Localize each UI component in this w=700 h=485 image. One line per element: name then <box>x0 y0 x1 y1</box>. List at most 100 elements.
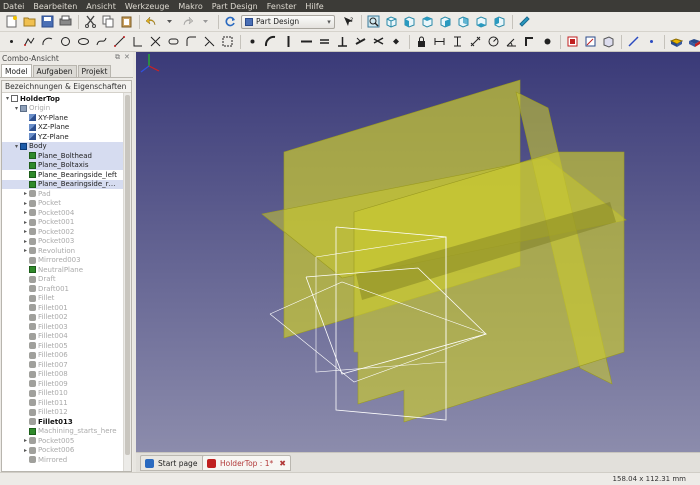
tree-item[interactable]: Machining_starts_here <box>2 427 124 437</box>
tree-item[interactable]: Fillet006 <box>2 351 124 361</box>
tree-item[interactable]: ▸ Pocket001 <box>2 218 124 228</box>
collapse-arrow-icon[interactable]: ▸ <box>22 238 29 245</box>
tree-item[interactable]: ▸ Revolution <box>2 246 124 256</box>
conic-icon[interactable] <box>76 34 91 49</box>
tree-item[interactable]: Plane_Bearingside_r… <box>2 179 124 189</box>
refresh-icon[interactable] <box>223 14 238 29</box>
undo-icon[interactable] <box>144 14 159 29</box>
collapse-arrow-icon[interactable]: ▸ <box>22 437 29 444</box>
coincident-constraint-icon[interactable] <box>245 34 260 49</box>
tree-item[interactable]: Plane_Boltaxis <box>2 160 124 170</box>
open-folder-icon[interactable] <box>22 14 37 29</box>
tree-item[interactable]: Fillet005 <box>2 341 124 351</box>
collapse-arrow-icon[interactable]: ▸ <box>22 190 29 197</box>
top-view-icon[interactable] <box>420 14 435 29</box>
create-sketch-icon[interactable] <box>583 34 598 49</box>
circle-icon[interactable] <box>58 34 73 49</box>
collapse-arrow-icon[interactable]: ▸ <box>22 209 29 216</box>
menu-fenster[interactable]: Fenster <box>267 2 297 11</box>
tree-item[interactable]: Fillet004 <box>2 332 124 342</box>
tab-projekt[interactable]: Projekt <box>77 65 112 77</box>
menu-makro[interactable]: Makro <box>178 2 202 11</box>
tree-item[interactable]: Fillet <box>2 294 124 304</box>
tree-item[interactable]: NeutralPlane <box>2 265 124 275</box>
perpendicular-constraint-icon[interactable] <box>335 34 350 49</box>
collapse-arrow-icon[interactable]: ▸ <box>22 247 29 254</box>
parallel-constraint-icon[interactable] <box>317 34 332 49</box>
tree-item[interactable]: Mirrored <box>2 455 124 465</box>
menu-hilfe[interactable]: Hilfe <box>305 2 323 11</box>
tree-item[interactable]: ▸ Pocket005 <box>2 436 124 446</box>
copy-icon[interactable] <box>101 14 116 29</box>
tree-item[interactable]: XZ-Plane <box>2 123 124 133</box>
validate-sketch-icon[interactable] <box>601 34 616 49</box>
trim-icon[interactable] <box>202 34 217 49</box>
tree-item[interactable]: ▸ Pocket <box>2 199 124 209</box>
tab-model[interactable]: Model <box>1 64 32 77</box>
tree-item[interactable]: Fillet001 <box>2 303 124 313</box>
tree-item[interactable]: Fillet011 <box>2 398 124 408</box>
redo-dropdown-icon[interactable] <box>198 14 213 29</box>
vertical-constraint-icon[interactable] <box>281 34 296 49</box>
tree-item[interactable]: Fillet002 <box>2 313 124 323</box>
tree-item[interactable]: Fillet012 <box>2 408 124 418</box>
slot-icon[interactable] <box>166 34 181 49</box>
tree-item[interactable]: Mirrored003 <box>2 256 124 266</box>
lock-constraint-icon[interactable] <box>414 34 429 49</box>
line-icon[interactable] <box>112 34 127 49</box>
fit-all-icon[interactable] <box>366 14 381 29</box>
collapse-arrow-icon[interactable]: ▸ <box>22 447 29 454</box>
pad-icon[interactable] <box>669 34 684 49</box>
rear-view-icon[interactable] <box>456 14 471 29</box>
print-icon[interactable] <box>58 14 73 29</box>
save-icon[interactable] <box>40 14 55 29</box>
close-tab-icon[interactable]: ✖ <box>279 459 286 468</box>
3d-viewport[interactable] <box>136 52 700 452</box>
create-body-icon[interactable] <box>565 34 580 49</box>
3d-scene[interactable] <box>136 52 700 452</box>
left-view-icon[interactable] <box>492 14 507 29</box>
expand-arrow-icon[interactable]: ▾ <box>4 95 11 102</box>
tree-item[interactable]: ▾ Origin <box>2 104 124 114</box>
point-icon[interactable] <box>4 34 19 49</box>
bottom-view-icon[interactable] <box>474 14 489 29</box>
tree-item[interactable]: XY-Plane <box>2 113 124 123</box>
workbench-selector[interactable]: Part Design ▾ <box>241 14 335 29</box>
expand-arrow-icon[interactable]: ▾ <box>13 143 20 150</box>
angle-constraint-icon[interactable] <box>504 34 519 49</box>
distance-constraint-icon[interactable] <box>468 34 483 49</box>
tree-scrollbar-thumb[interactable] <box>125 95 130 455</box>
datum-point-icon[interactable] <box>644 34 659 49</box>
bspline-icon[interactable] <box>94 34 109 49</box>
fillet-sketch-icon[interactable] <box>184 34 199 49</box>
toggle-construction-icon[interactable] <box>522 34 537 49</box>
expand-arrow-icon[interactable]: ▾ <box>13 105 20 112</box>
cut-icon[interactable] <box>83 14 98 29</box>
tree-item[interactable]: ▾ Body <box>2 141 124 151</box>
tab-aufgaben[interactable]: Aufgaben <box>32 65 77 77</box>
collapse-arrow-icon[interactable]: ▸ <box>22 228 29 235</box>
tree-item[interactable]: ▸ Pad <box>2 189 124 199</box>
reference-constraint-icon[interactable] <box>540 34 555 49</box>
tree-item[interactable]: ▸ Pocket002 <box>2 227 124 237</box>
horizontal-distance-icon[interactable] <box>432 34 447 49</box>
right-view-icon[interactable] <box>438 14 453 29</box>
equal-constraint-icon[interactable] <box>371 34 386 49</box>
arc-icon[interactable] <box>40 34 55 49</box>
menu-datei[interactable]: Datei <box>3 2 24 11</box>
tree-item[interactable]: Draft <box>2 275 124 285</box>
tree-item[interactable]: ▸ Pocket004 <box>2 208 124 218</box>
paste-icon[interactable] <box>119 14 134 29</box>
tree-item[interactable]: Fillet003 <box>2 322 124 332</box>
tree-item[interactable]: ▸ Pocket006 <box>2 446 124 456</box>
document-tab[interactable]: HolderTop : 1* ✖ <box>202 455 291 471</box>
polygon-icon[interactable] <box>148 34 163 49</box>
whats-this-icon[interactable]: ? <box>341 14 356 29</box>
polyline-icon[interactable] <box>22 34 37 49</box>
tree-item[interactable]: Plane_Bearingside_left <box>2 170 124 180</box>
vertical-distance-icon[interactable] <box>450 34 465 49</box>
radius-constraint-icon[interactable] <box>486 34 501 49</box>
new-document-icon[interactable] <box>4 14 19 29</box>
undo-dropdown-icon[interactable] <box>162 14 177 29</box>
tree-item[interactable]: ▾ HolderTop <box>2 94 124 104</box>
